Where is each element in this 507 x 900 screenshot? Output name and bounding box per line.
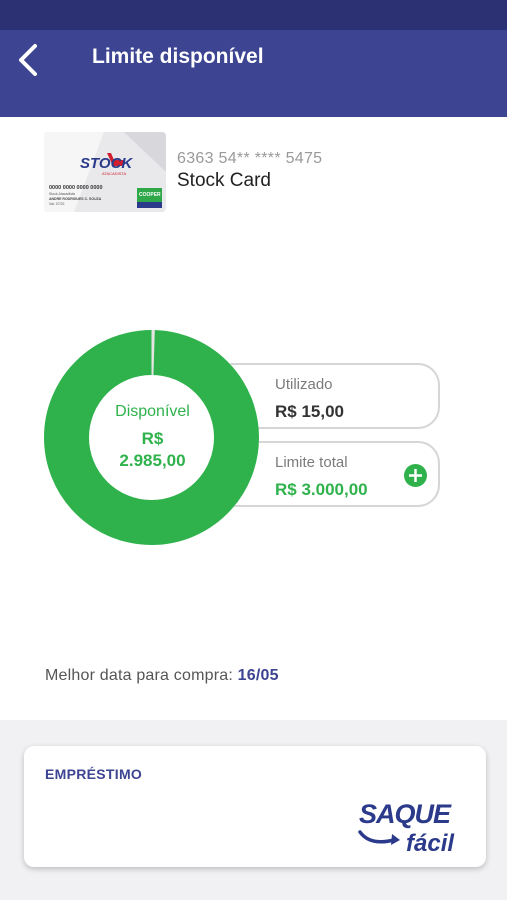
best-date-value: 16/05 xyxy=(237,667,279,684)
page-title: Limite disponível xyxy=(92,45,264,68)
card-brand: STOCK xyxy=(80,155,133,172)
used-value: R$ 15,00 xyxy=(275,402,344,421)
used-limit-box: Utilizado R$ 15,00 xyxy=(230,363,440,429)
card-name: Stock Card xyxy=(177,170,271,191)
best-date-label: Melhor data para compra: xyxy=(45,667,234,684)
total-limit-box[interactable]: Limite total R$ 3.000,00 xyxy=(230,441,440,507)
logo-bottom: fácil xyxy=(406,830,455,857)
card-number: 6363 54** **** 5475 xyxy=(177,150,323,167)
card-holder: ANDRE RODRIGUES C. SOUZA xyxy=(49,197,102,201)
available-currency: R$ xyxy=(141,429,164,448)
card-image-number: 0000 0000 0000 0000 xyxy=(49,185,103,191)
app-bar: Limite disponível xyxy=(0,30,507,117)
best-purchase-date: Melhor data para compra: 16/05 xyxy=(45,667,279,685)
total-value: R$ 3.000,00 xyxy=(275,480,368,499)
card-image[interactable]: STOCK ATACADISTA 0000 0000 0000 0000 Sto… xyxy=(44,132,166,212)
card-valid: Val. 07/22 xyxy=(49,202,65,206)
donut-center: Disponível R$ 2.985,00 xyxy=(90,375,215,500)
card-partner: COOPER xyxy=(139,192,161,198)
logo-top: SAQUE xyxy=(359,799,452,829)
loan-card[interactable]: EMPRÉSTIMO SAQUE fácil xyxy=(24,746,486,867)
card-sub-brand: ATACADISTA xyxy=(102,171,127,176)
chevron-left-icon xyxy=(19,44,37,76)
add-limit-button[interactable] xyxy=(404,464,427,487)
plus-circle-icon xyxy=(409,469,422,482)
loan-title: EMPRÉSTIMO xyxy=(45,766,143,782)
available-label: Disponível xyxy=(115,403,190,420)
back-button[interactable] xyxy=(10,42,46,78)
card-issuer: Stock Atacadista xyxy=(49,192,75,196)
used-label: Utilizado xyxy=(275,376,333,393)
saque-facil-logo: SAQUE fácil xyxy=(358,799,455,857)
status-bar xyxy=(0,0,507,30)
available-value: 2.985,00 xyxy=(119,451,186,470)
total-label: Limite total xyxy=(275,454,348,471)
